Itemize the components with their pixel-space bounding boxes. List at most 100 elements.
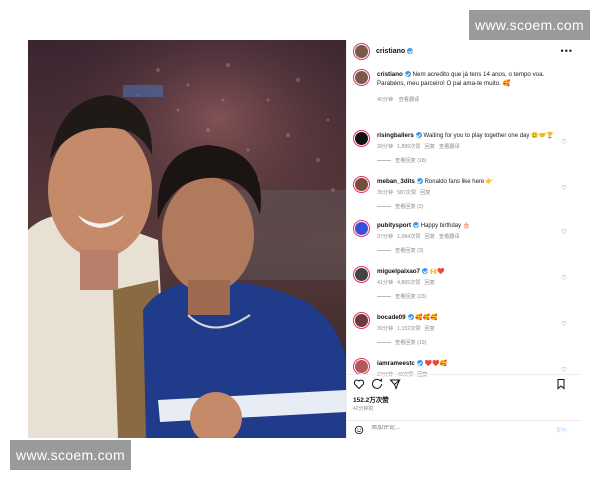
- comment-translate-link[interactable]: 查看翻译: [439, 234, 460, 240]
- comment-time: 41分钟: [377, 280, 394, 286]
- comment-text: 🥰🥰🥰: [415, 315, 438, 321]
- view-replies-link[interactable]: 查看回复 (23): [377, 293, 426, 300]
- watermark-bottom: www.scoem.com: [10, 440, 131, 470]
- view-replies-link[interactable]: 查看回复 (2): [377, 203, 424, 210]
- comment-like-heart-icon[interactable]: ♡: [561, 320, 567, 328]
- replies-divider: [377, 296, 391, 297]
- view-replies-link[interactable]: 查看回复 (3): [377, 247, 424, 254]
- commenter-avatar[interactable]: [353, 220, 370, 237]
- commenter-avatar-image: [355, 268, 368, 281]
- comment-like-heart-icon[interactable]: ♡: [561, 274, 567, 282]
- comment-meta: 41分钟 4,865次赞 回复: [377, 279, 443, 286]
- caption-text-block: cristiano Nem acredito que já tens 14 an…: [377, 71, 557, 88]
- comment-meta: 39分钟 1,152次赞 回复: [377, 325, 443, 332]
- post-time: 42分钟前: [353, 406, 374, 412]
- emoji-icon[interactable]: [354, 425, 364, 435]
- commenter-username[interactable]: bocade09: [377, 314, 406, 321]
- comment-reply-link[interactable]: 回复: [425, 144, 435, 150]
- post-photo[interactable]: [28, 40, 346, 438]
- commenter-username[interactable]: miguelpaixao7: [377, 268, 420, 275]
- comment-text: Waiting for you to play together one day…: [423, 133, 554, 139]
- comment-text-block: risingballers Waiting for you to play to…: [377, 132, 557, 141]
- comment-time: 37分钟: [377, 234, 394, 240]
- verified-badge-icon: [407, 48, 414, 54]
- comment-likes[interactable]: 1,084次赞: [397, 234, 420, 240]
- caption-meta: 40分钟 查看翻译: [377, 96, 423, 103]
- comment-likes[interactable]: 1,899次赞: [397, 144, 420, 150]
- comment-text-block: miguelpaixao7 🙌❤️: [377, 268, 557, 277]
- comments-list[interactable]: cristiano Nem acredito que já tens 14 an…: [347, 65, 581, 387]
- verified-badge-icon: [407, 314, 414, 321]
- post-comment-button[interactable]: 发布: [556, 426, 567, 434]
- comment-like-heart-icon[interactable]: ♡: [561, 138, 567, 146]
- verified-badge-icon: [421, 268, 428, 275]
- caption: cristiano Nem acredito que já tens 14 an…: [353, 69, 577, 103]
- comment-row: bocade09 🥰🥰🥰 ♡ 39分钟 1,152次赞 回复 查看回复 (19): [353, 312, 577, 356]
- caption-time: 40分钟: [377, 97, 394, 103]
- comment-time: 39分钟: [377, 326, 394, 332]
- caption-avatar[interactable]: [353, 69, 370, 86]
- watermark-top: www.scoem.com: [469, 10, 590, 40]
- author-username[interactable]: cristiano: [376, 48, 405, 55]
- comment-like-heart-icon[interactable]: ♡: [561, 184, 567, 192]
- comment-reply-link[interactable]: 回复: [425, 234, 435, 240]
- comment-likes[interactable]: 1,152次赞: [397, 326, 420, 332]
- replies-divider: [377, 206, 391, 207]
- likes-count[interactable]: 152.2万次赞: [353, 394, 389, 404]
- action-bar: [347, 374, 581, 392]
- comment-likes[interactable]: 587次赞: [397, 190, 416, 196]
- view-replies-text: 查看回复 (18): [395, 158, 427, 164]
- share-icon[interactable]: [389, 378, 401, 390]
- more-horizontal-icon[interactable]: •••: [561, 46, 573, 56]
- commenter-avatar[interactable]: [353, 266, 370, 283]
- view-replies-text: 查看回复 (23): [395, 294, 427, 300]
- commenter-avatar-image: [355, 178, 368, 191]
- comment-row: miguelpaixao7 🙌❤️ ♡ 41分钟 4,865次赞 回复 查看回复 (23): [353, 266, 577, 310]
- page: cristiano ••• cristiano Nem acredito que…: [0, 0, 600, 480]
- commenter-username[interactable]: iamrameestc: [377, 360, 415, 367]
- commenter-avatar[interactable]: [353, 176, 370, 193]
- selfie-image: [28, 40, 346, 438]
- comment-row: risingballers Waiting for you to play to…: [353, 130, 577, 174]
- replies-divider: [377, 160, 391, 161]
- commenter-avatar-image: [355, 314, 368, 327]
- comment-text: 🙌❤️: [429, 269, 445, 275]
- comment-meta: 37分钟 1,084次赞 回复 查看翻译: [377, 233, 464, 240]
- commenter-avatar[interactable]: [353, 358, 370, 375]
- comment-meta: 39分钟 1,899次赞 回复 查看翻译: [377, 143, 464, 150]
- comment-translate-link[interactable]: 查看翻译: [439, 144, 460, 150]
- comment-reply-link[interactable]: 回复: [420, 190, 430, 196]
- comment-row: pubitysport Happy birthday 🎂 ♡ 37分钟 1,084次赞…: [353, 220, 577, 264]
- comment-time: 35分钟: [377, 190, 394, 196]
- post-details-panel: cristiano ••• cristiano Nem acredito que…: [346, 40, 581, 438]
- verified-badge-icon: [415, 132, 422, 139]
- caption-username[interactable]: cristiano: [377, 71, 403, 78]
- view-replies-text: 查看回复 (19): [395, 340, 427, 346]
- comment-reply-link[interactable]: 回复: [425, 280, 435, 286]
- bookmark-icon[interactable]: [555, 378, 567, 390]
- heart-icon[interactable]: [353, 378, 365, 390]
- comment-likes[interactable]: 4,865次赞: [397, 280, 420, 286]
- commenter-avatar[interactable]: [353, 130, 370, 147]
- comment-time: 39分钟: [377, 144, 394, 150]
- comment-input[interactable]: [371, 425, 521, 431]
- commenter-avatar[interactable]: [353, 312, 370, 329]
- caption-translate-link[interactable]: 查看翻译: [399, 97, 420, 103]
- comment-reply-link[interactable]: 回复: [425, 326, 435, 332]
- view-replies-text: 查看回复 (2): [395, 204, 424, 210]
- commenter-username[interactable]: pubitysport: [377, 222, 411, 229]
- author-avatar[interactable]: [353, 42, 370, 60]
- comment-text-block: meban_3dits Ronaldo fans like here 👉: [377, 178, 557, 187]
- replies-divider: [377, 342, 391, 343]
- comment-like-heart-icon[interactable]: ♡: [561, 366, 567, 374]
- verified-badge-icon: [413, 222, 420, 229]
- comment-icon[interactable]: [371, 378, 383, 390]
- view-replies-link[interactable]: 查看回复 (19): [377, 339, 426, 346]
- commenter-avatar-image: [355, 222, 368, 235]
- comment-like-heart-icon[interactable]: ♡: [561, 228, 567, 236]
- commenter-username[interactable]: meban_3dits: [377, 178, 415, 185]
- view-replies-link[interactable]: 查看回复 (18): [377, 157, 426, 164]
- comment-text: Ronaldo fans like here 👉: [424, 179, 494, 185]
- commenter-username[interactable]: risingballers: [377, 132, 414, 139]
- comment-text-block: bocade09 🥰🥰🥰: [377, 314, 557, 323]
